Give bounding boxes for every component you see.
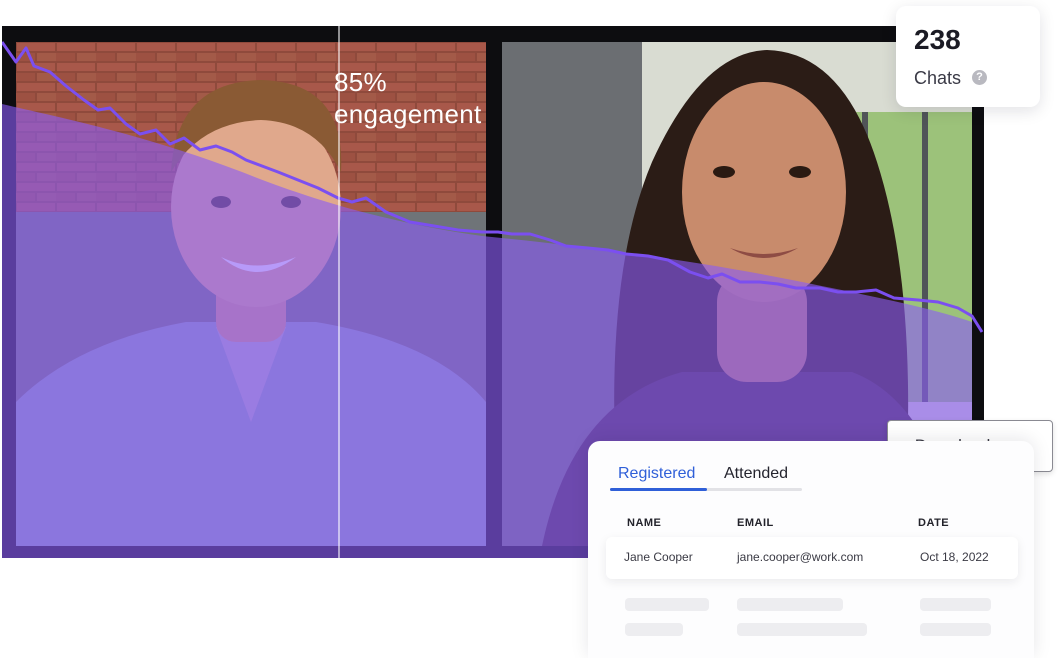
- chats-label: Chats: [914, 68, 962, 88]
- engagement-percent: 85%: [334, 67, 387, 97]
- skeleton-placeholder: [920, 623, 991, 636]
- skeleton-placeholder: [920, 598, 991, 611]
- tab-attended[interactable]: Attended: [724, 465, 788, 483]
- skeleton-placeholder: [625, 623, 683, 636]
- tab-registered[interactable]: Registered: [618, 465, 695, 483]
- engagement-label: 85% engagement: [334, 66, 482, 130]
- skeleton-placeholder: [625, 598, 709, 611]
- column-header-date: DATE: [918, 517, 950, 529]
- chats-count: 238: [914, 24, 961, 55]
- engagement-word: engagement: [334, 99, 482, 129]
- table-row[interactable]: Jane Cooper jane.cooper@work.com Oct 18,…: [606, 537, 1018, 579]
- column-header-name: NAME: [627, 517, 662, 529]
- question-circle-icon[interactable]: ?: [972, 70, 987, 85]
- cell-name: Jane Cooper: [624, 550, 693, 564]
- active-tab-indicator: [610, 488, 707, 491]
- chats-stat-card: 238 Chats ?: [896, 6, 1040, 107]
- attendee-table-panel: Registered Attended NAME EMAIL DATE Jane…: [588, 441, 1034, 658]
- cell-email: jane.cooper@work.com: [737, 550, 864, 564]
- skeleton-placeholder: [737, 598, 843, 611]
- cell-date: Oct 18, 2022: [920, 550, 989, 564]
- skeleton-placeholder: [737, 623, 867, 636]
- column-header-email: EMAIL: [737, 517, 774, 529]
